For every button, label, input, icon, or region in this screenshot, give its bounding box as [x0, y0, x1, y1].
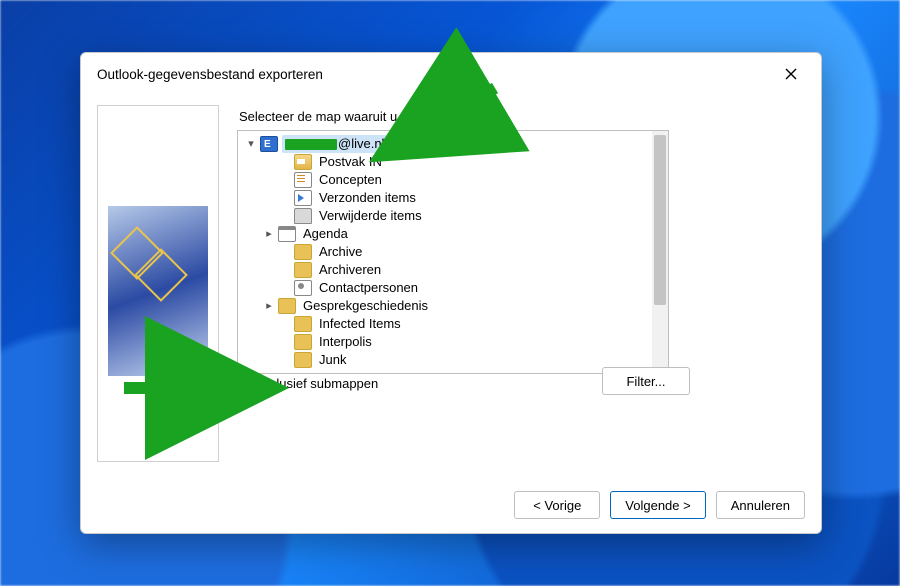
chevron-down-icon[interactable]: ▾: [244, 135, 258, 153]
tree-item-label: Postvak IN: [316, 153, 385, 171]
sent-icon: [294, 190, 312, 206]
folder-icon: [294, 262, 312, 278]
filter-button[interactable]: Filter...: [602, 367, 690, 395]
tree-item-label: Verzonden items: [316, 189, 419, 207]
account-icon: [260, 136, 278, 152]
tree-item-label: Contactpersonen: [316, 279, 421, 297]
chevron-right-icon[interactable]: ▸: [262, 225, 276, 243]
tree-item-label: Gesprekgeschiedenis: [300, 297, 431, 315]
redacted-account-name: [285, 139, 337, 150]
folder-tree-inner: ▾ @live.nl ▸Postvak IN▸Concepten▸Verzond…: [238, 131, 668, 369]
tree-item-verwijderde-items[interactable]: ▸Verwijderde items: [244, 207, 668, 225]
dialog-body: Selecteer de map waaruit u wilt exporter…: [97, 105, 805, 475]
back-button[interactable]: < Vorige: [514, 491, 600, 519]
export-dialog: Outlook-gegevensbestand exporteren Selec…: [80, 52, 822, 534]
tree-item-concepten[interactable]: ▸Concepten: [244, 171, 668, 189]
folder-icon: [294, 316, 312, 332]
next-button[interactable]: Volgende >: [610, 491, 705, 519]
folder-icon: [278, 298, 296, 314]
tree-item-archiveren[interactable]: ▸Archiveren: [244, 261, 668, 279]
include-subfolders-checkbox[interactable]: [237, 375, 253, 391]
tree-item-label: Junk: [316, 351, 349, 369]
wizard-decor-panel: [97, 105, 219, 462]
checkmark-icon: [240, 378, 251, 389]
scrollbar-thumb[interactable]: [654, 135, 666, 305]
tree-account-label: @live.nl: [282, 135, 387, 153]
include-subfolders-label: Inclusief submappen: [259, 376, 378, 391]
tree-item-label: Archive: [316, 243, 365, 261]
tree-item-label: Interpolis: [316, 333, 375, 351]
tree-item-interpolis[interactable]: ▸Interpolis: [244, 333, 668, 351]
wizard-button-row: < Vorige Volgende > Annuleren: [514, 491, 805, 519]
tree-item-label: Archiveren: [316, 261, 384, 279]
tree-item-label: Agenda: [300, 225, 351, 243]
tree-item-label: Concepten: [316, 171, 385, 189]
content-column: Selecteer de map waaruit u wilt exporter…: [237, 105, 805, 475]
chevron-right-icon[interactable]: ▸: [262, 297, 276, 315]
draft-icon: [294, 172, 312, 188]
tree-scrollbar[interactable]: [652, 131, 668, 373]
tree-item-verzonden-items[interactable]: ▸Verzonden items: [244, 189, 668, 207]
folder-icon: [294, 244, 312, 260]
tree-account-root[interactable]: ▾ @live.nl: [244, 135, 668, 153]
tree-item-contactpersonen[interactable]: ▸Contactpersonen: [244, 279, 668, 297]
calendar-icon: [278, 226, 296, 242]
folder-icon: [294, 352, 312, 368]
inbox-icon: [294, 154, 312, 170]
tree-item-label: Infected Items: [316, 315, 404, 333]
close-icon: [785, 68, 797, 80]
window-title: Outlook-gegevensbestand exporteren: [97, 67, 323, 82]
folder-icon: [294, 334, 312, 350]
wizard-decor-image: [108, 206, 208, 376]
contacts-icon: [294, 280, 312, 296]
trash-icon: [294, 208, 312, 224]
folder-tree[interactable]: ▾ @live.nl ▸Postvak IN▸Concepten▸Verzond…: [237, 130, 669, 374]
tree-item-gesprekgeschiedenis[interactable]: ▸ Gesprekgeschiedenis: [244, 297, 668, 315]
tree-item-archive[interactable]: ▸Archive: [244, 243, 668, 261]
tree-item-label: Verwijderde items: [316, 207, 425, 225]
tree-item-agenda[interactable]: ▸ Agenda: [244, 225, 668, 243]
tree-item-infected-items[interactable]: ▸Infected Items: [244, 315, 668, 333]
include-subfolders-row[interactable]: Inclusief submappen: [237, 375, 378, 391]
close-button[interactable]: [769, 60, 813, 88]
tree-item-postvak-in[interactable]: ▸Postvak IN: [244, 153, 668, 171]
cancel-button[interactable]: Annuleren: [716, 491, 805, 519]
titlebar: Outlook-gegevensbestand exporteren: [81, 53, 821, 95]
select-folder-prompt: Selecteer de map waaruit u wilt exporter…: [239, 109, 805, 124]
